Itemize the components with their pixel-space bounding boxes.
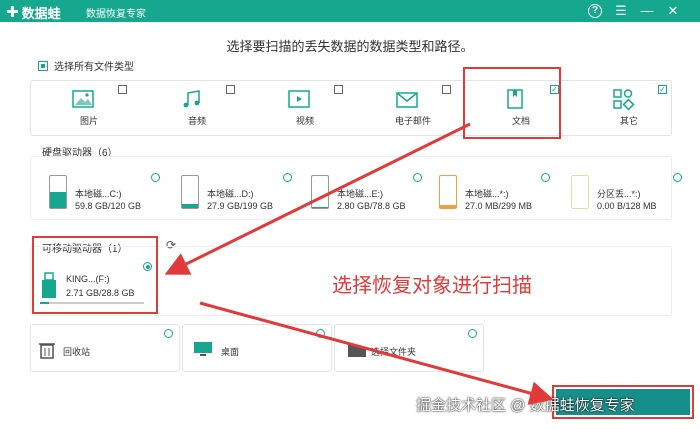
arrow-to-removable	[164, 122, 471, 275]
annotation-arrows	[164, 122, 554, 405]
arrow-to-scan	[199, 301, 554, 405]
